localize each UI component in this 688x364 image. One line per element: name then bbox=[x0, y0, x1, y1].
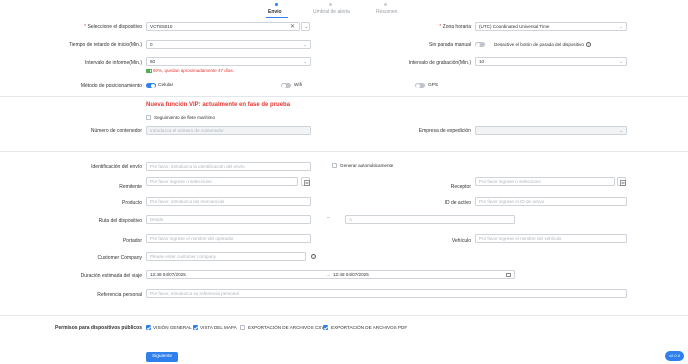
gps-toggle[interactable] bbox=[415, 83, 425, 88]
container-label: Número de contenedor bbox=[90, 128, 142, 134]
no-stop-toggle[interactable] bbox=[475, 42, 485, 47]
maritime-checkbox[interactable] bbox=[146, 115, 151, 120]
sender-input[interactable]: Por favor ingrese o seleccione bbox=[146, 177, 298, 186]
perm-pdf-label: EXPORTACIÓN DE ARCHIVOS PDF bbox=[331, 325, 408, 330]
no-stop-label: Sin parada manual bbox=[429, 42, 471, 48]
container-input[interactable]: Introduzca el número de contenedor bbox=[146, 126, 311, 135]
trip-duration-label: Duración estimada del viaje bbox=[80, 273, 142, 279]
wifi-label: Wifi bbox=[294, 83, 302, 88]
positioning-label: Método de posicionamiento bbox=[80, 83, 142, 89]
asset-id-input[interactable]: Por favor ingrese el ID de activo bbox=[475, 197, 627, 206]
device-select[interactable]: VCTE5010 ✕ bbox=[146, 22, 300, 31]
trip-start: 12:48 04/07/2025 bbox=[150, 272, 186, 277]
sender-label: Remitente bbox=[119, 184, 142, 190]
trip-duration-range[interactable]: 12:48 04/07/2025 → 12:48 04/07/2025 bbox=[146, 270, 515, 279]
receiver-input[interactable]: Por favor ingrese o seleccione bbox=[475, 177, 615, 186]
user-badge[interactable]: v2.0.0 bbox=[665, 351, 684, 361]
route-from-input[interactable]: Desde bbox=[146, 215, 311, 224]
step-1-underline bbox=[266, 17, 288, 18]
customer-company-label: Customer Company bbox=[97, 255, 142, 261]
chevron-down-icon: ⌄ bbox=[303, 59, 307, 64]
cellular-label: Celular bbox=[158, 83, 174, 88]
start-delay-label: Tiempo de retardo de inicio(Min.) bbox=[68, 42, 142, 48]
shipment-id-input[interactable]: Por favor, introduzca la identificación … bbox=[146, 162, 311, 171]
route-label: Ruta del dispositivo bbox=[98, 218, 142, 224]
reference-label: Referencia personal bbox=[97, 292, 142, 298]
calendar-icon[interactable] bbox=[506, 272, 511, 278]
divider bbox=[0, 315, 688, 316]
asset-id-label: ID de activo bbox=[444, 200, 471, 206]
carrier-label: Portador bbox=[122, 238, 142, 244]
perm-overview-label: VISIÓN GENERAL bbox=[153, 325, 192, 330]
record-interval-label: Intervalo de grabación(Min.) bbox=[408, 60, 471, 66]
vip-title: Nueva función VIP: actualmente en fase d… bbox=[146, 102, 291, 108]
route-dash: – bbox=[327, 216, 330, 221]
clear-icon[interactable]: ✕ bbox=[290, 23, 295, 30]
report-interval-select[interactable]: 60 ⌄ bbox=[146, 57, 311, 66]
perm-csv-label: EXPORTACIÓN DE ARCHIVOS CSV bbox=[248, 325, 325, 330]
step-2-dot bbox=[329, 3, 332, 6]
step-2-label[interactable]: Umbral de alerta bbox=[313, 9, 350, 15]
vehicle-input[interactable]: Por favor ingrese el nombre del vehículo bbox=[475, 234, 627, 243]
range-arrow-icon: → bbox=[326, 272, 331, 277]
cellular-toggle[interactable] bbox=[146, 83, 156, 88]
next-button[interactable]: Siguiente bbox=[146, 352, 178, 362]
chevron-down-icon: ⌄ bbox=[304, 24, 308, 29]
step-1-dot bbox=[275, 3, 278, 6]
battery-estimate: 60%, quedan aproximadamente 47 días. bbox=[153, 68, 235, 73]
start-delay-select[interactable]: 0 ⌄ bbox=[146, 40, 311, 49]
divider bbox=[0, 151, 688, 152]
route-to-input[interactable]: A bbox=[345, 215, 515, 224]
step-3-dot bbox=[384, 3, 387, 6]
shipping-company-select[interactable]: ⌄ bbox=[475, 126, 627, 135]
trip-end: 12:48 04/07/2025 bbox=[333, 272, 369, 277]
chevron-down-icon: ⌄ bbox=[619, 59, 623, 64]
no-stop-desc: Desactive el botón de parada del disposi… bbox=[494, 42, 584, 47]
perm-csv-checkbox[interactable] bbox=[240, 325, 245, 330]
perm-overview-checkbox[interactable] bbox=[146, 325, 151, 330]
help-icon[interactable]: ? bbox=[586, 41, 591, 47]
address-book-icon bbox=[303, 179, 310, 186]
auto-generate-checkbox[interactable] bbox=[332, 163, 337, 168]
permissions-label: Permisos para dispositivos públicos bbox=[55, 325, 142, 331]
perm-map-checkbox[interactable] bbox=[193, 325, 198, 330]
report-interval-label: Intervalo de informe(Min.) bbox=[85, 60, 142, 66]
help-icon[interactable]: ? bbox=[311, 254, 316, 259]
maritime-label: Seguimiento de flete marítimo bbox=[154, 115, 216, 120]
reference-input[interactable]: Por favor, introduzca su referencia pers… bbox=[146, 289, 627, 298]
timezone-label: * Zona horaria bbox=[439, 24, 471, 30]
chevron-down-icon: ⌄ bbox=[619, 24, 623, 29]
record-interval-select[interactable]: 10 ⌄ bbox=[475, 57, 627, 66]
shipping-company-label: Empresa de expedición bbox=[418, 128, 471, 134]
device-label: * Seleccione el dispositivo bbox=[84, 24, 142, 30]
vehicle-label: Vehículo bbox=[451, 238, 471, 244]
device-dropdown-button[interactable]: ⌄ bbox=[301, 22, 310, 31]
product-input[interactable]: Por favor, introduzca las mercancías bbox=[146, 197, 311, 206]
gps-label: GPS bbox=[428, 83, 439, 88]
address-book-button[interactable] bbox=[617, 177, 626, 186]
timezone-select[interactable]: (UTC) Coordinated Universal Time ⌄ bbox=[475, 22, 627, 31]
product-label: Producto bbox=[121, 200, 142, 206]
perm-map-label: VISTA DEL MAPA bbox=[200, 325, 237, 330]
chevron-down-icon: ⌄ bbox=[303, 42, 307, 47]
chevron-down-icon: ⌄ bbox=[619, 128, 623, 133]
wifi-toggle[interactable] bbox=[281, 83, 291, 88]
customer-company-input[interactable]: Please enter customer company bbox=[146, 252, 306, 261]
battery-icon bbox=[146, 69, 152, 73]
address-book-button[interactable] bbox=[301, 177, 310, 186]
step-3-label[interactable]: Resumen bbox=[376, 9, 397, 15]
divider bbox=[0, 96, 688, 97]
step-1-label[interactable]: Envío bbox=[268, 9, 282, 15]
shipment-id-label: Identificación del envío bbox=[91, 164, 142, 170]
carrier-input[interactable]: Por favor ingrese el nombre del operador bbox=[146, 234, 311, 243]
address-book-icon bbox=[619, 179, 626, 186]
perm-pdf-checkbox[interactable] bbox=[323, 325, 328, 330]
auto-generate-label: Generar automáticamente bbox=[340, 163, 394, 168]
receiver-label: Receptor bbox=[450, 184, 471, 190]
